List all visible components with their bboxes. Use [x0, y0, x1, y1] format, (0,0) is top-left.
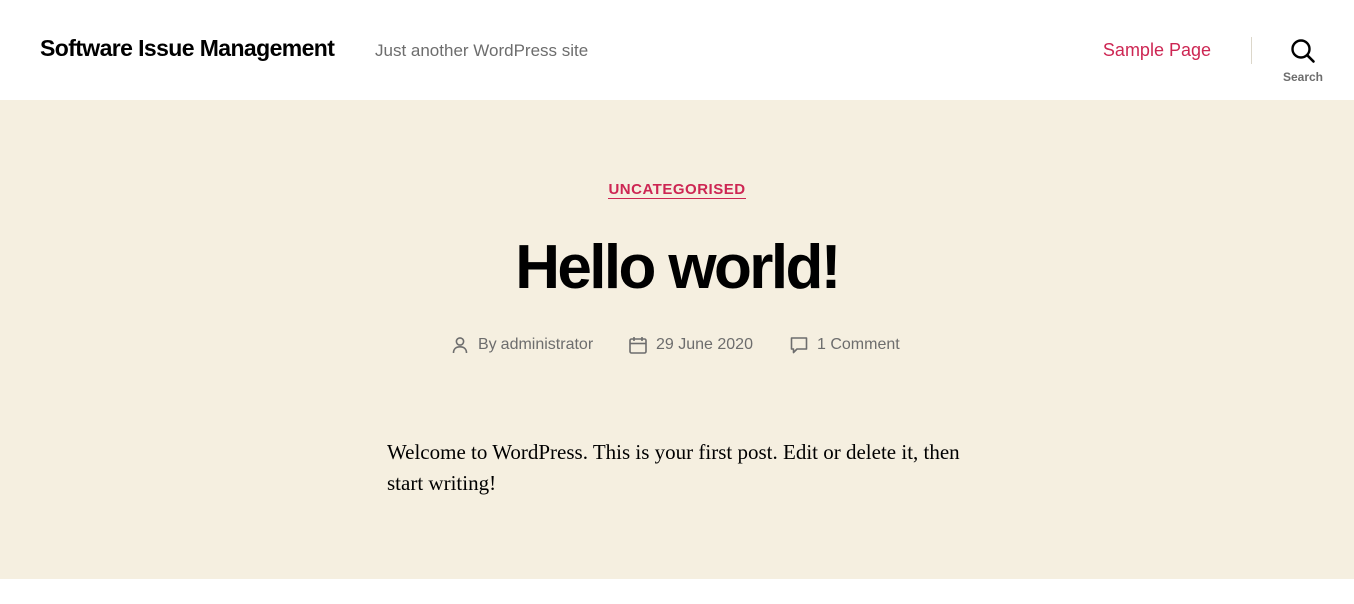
post-header-area: UNCATEGORISED Hello world! By administra… — [0, 100, 1354, 579]
date-link[interactable]: 29 June 2020 — [656, 336, 753, 354]
author-prefix: By — [478, 336, 497, 353]
calendar-icon — [629, 337, 647, 354]
comment-icon — [790, 337, 808, 354]
post-date: 29 June 2020 — [628, 333, 753, 357]
nav-divider — [1251, 37, 1252, 64]
category-link[interactable]: UNCATEGORISED — [608, 181, 746, 199]
post-author: By administrator — [450, 333, 593, 357]
search-label: Search — [1282, 70, 1324, 84]
user-icon — [452, 337, 468, 354]
post-content: Welcome to WordPress. This is your first… — [387, 440, 960, 495]
post-title[interactable]: Hello world! — [0, 232, 1354, 304]
search-icon — [1291, 39, 1315, 63]
author-link[interactable]: administrator — [501, 336, 593, 354]
search-toggle-button[interactable]: Search — [1274, 36, 1332, 86]
site-header: Software Issue Management Just another W… — [0, 0, 1354, 100]
page-bottom — [0, 579, 1354, 604]
comments-link[interactable]: 1 Comment — [817, 336, 900, 354]
site-title[interactable]: Software Issue Management — [40, 35, 335, 62]
nav-link-sample-page[interactable]: Sample Page — [1103, 40, 1211, 61]
post-comments: 1 Comment — [789, 333, 900, 357]
site-description: Just another WordPress site — [375, 41, 589, 60]
post-meta: By administrator 29 June 2020 1 Comment — [0, 333, 1354, 357]
category-link-wrapper: UNCATEGORISED — [0, 181, 1354, 199]
